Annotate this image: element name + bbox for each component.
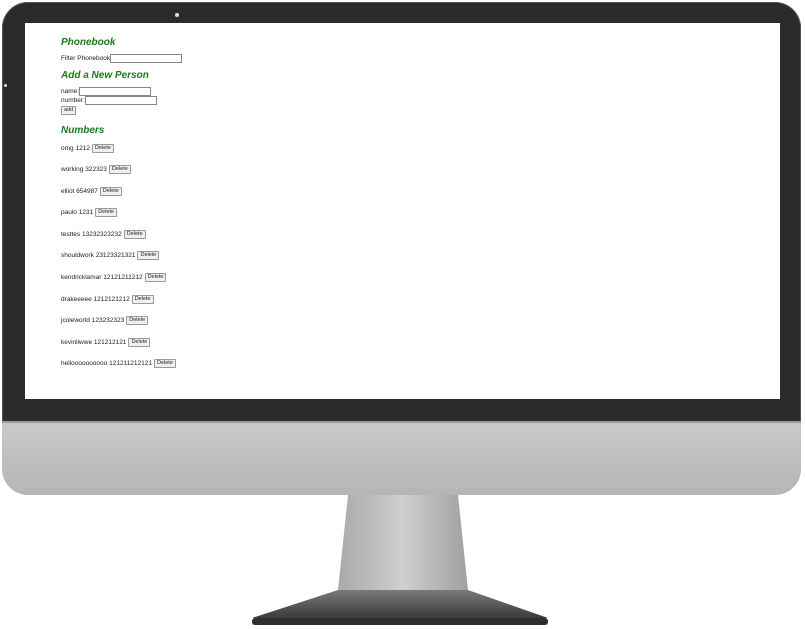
filter-label: Filter Phonebook [61, 55, 111, 62]
person-entry: paulo 1231 [61, 209, 93, 216]
delete-button[interactable]: Delete [144, 273, 167, 283]
person-entry: kendricklamar 12121211212 [61, 274, 143, 281]
person-name: kevinliwwe [61, 338, 93, 346]
name-input[interactable] [79, 87, 152, 96]
numbers-heading: Numbers [61, 125, 105, 136]
person-number: 23123321321 [95, 252, 136, 260]
person-row: testtes 13232323232 Delete [61, 229, 770, 239]
person-row: kevinliwwe 121212121 Delete [61, 337, 770, 347]
person-name: kendricklamar [61, 274, 102, 282]
person-row: kendricklamar 12121211212 Delete [61, 273, 770, 283]
person-name: shouldwork [61, 252, 94, 260]
person-name: working [61, 166, 84, 174]
delete-button[interactable]: Delete [126, 316, 149, 326]
person-name: testtes [61, 230, 81, 238]
person-entry: testtes 13232323232 [61, 231, 122, 238]
person-number: 322323 [85, 166, 107, 174]
person-entry: kevinliwwe 121212121 [61, 339, 126, 346]
delete-button[interactable]: Delete [108, 165, 131, 175]
filter-row: Filter Phonebook [61, 54, 770, 63]
person-number: 121211212121 [109, 360, 152, 368]
person-row: shouldwork 23123321321 Delete [61, 251, 770, 261]
person-row: helloooooooooo 121211212121 Delete [61, 359, 770, 369]
person-number: 123232323 [91, 317, 125, 325]
phonebook-app: Phonebook Filter Phonebook Add a New Per… [61, 37, 770, 382]
person-row: working 322323 Delete [61, 165, 770, 175]
person-number: 12121211212 [103, 274, 143, 282]
person-number: 654987 [76, 187, 98, 195]
person-number: 13232323232 [81, 230, 122, 238]
person-name: helloooooooooo [61, 360, 108, 368]
person-number: 1231 [78, 209, 94, 217]
person-entry: working 322323 [61, 166, 107, 173]
person-name: jcoleworld [61, 317, 90, 325]
add-button[interactable]: add [61, 106, 77, 115]
person-entry: drakeeeee 1212121212 [61, 296, 130, 303]
phonebook-heading: Phonebook [61, 37, 116, 48]
person-entry: omg 1212 [61, 145, 90, 152]
person-entry: helloooooooooo 121211212121 [61, 360, 152, 367]
person-number: 1212121212 [93, 295, 130, 303]
filter-input[interactable] [110, 54, 183, 63]
number-label: number: [61, 96, 85, 104]
person-row: paulo 1231 Delete [61, 208, 770, 218]
person-name: omg [61, 144, 74, 152]
person-list: omg 1212 Delete working 322323 Delete elliot… [61, 143, 770, 369]
delete-button[interactable]: Delete [95, 208, 118, 218]
person-entry: shouldwork 23123321321 [61, 252, 135, 259]
delete-button[interactable]: Delete [128, 337, 151, 347]
person-row: jcoleworld 123232323 Delete [61, 316, 770, 326]
delete-button[interactable]: Delete [137, 251, 160, 261]
delete-button[interactable]: Delete [131, 294, 154, 304]
person-entry: jcoleworld 123232323 [61, 317, 124, 324]
number-row: number: [61, 96, 770, 105]
name-label: name: [61, 87, 80, 95]
add-row: add [61, 106, 770, 115]
delete-button[interactable]: Delete [99, 186, 122, 196]
person-name: elliot [61, 187, 75, 195]
person-row: omg 1212 Delete [61, 143, 770, 153]
person-name: drakeeeee [61, 295, 92, 303]
screen: Phonebook Filter Phonebook Add a New Per… [25, 23, 780, 399]
delete-button[interactable]: Delete [123, 229, 146, 239]
person-entry: elliot 654987 [61, 188, 98, 195]
person-name: paulo [61, 209, 77, 217]
add-person-heading: Add a New Person [61, 70, 149, 81]
name-row: name: [61, 87, 770, 96]
person-number: 121212121 [93, 338, 127, 346]
number-input[interactable] [84, 96, 157, 105]
delete-button[interactable]: Delete [91, 143, 114, 153]
person-row: drakeeeee 1212121212 Delete [61, 294, 770, 304]
person-number: 1212 [75, 144, 90, 152]
person-row: elliot 654987 Delete [61, 186, 770, 196]
delete-button[interactable]: Delete [154, 359, 176, 369]
